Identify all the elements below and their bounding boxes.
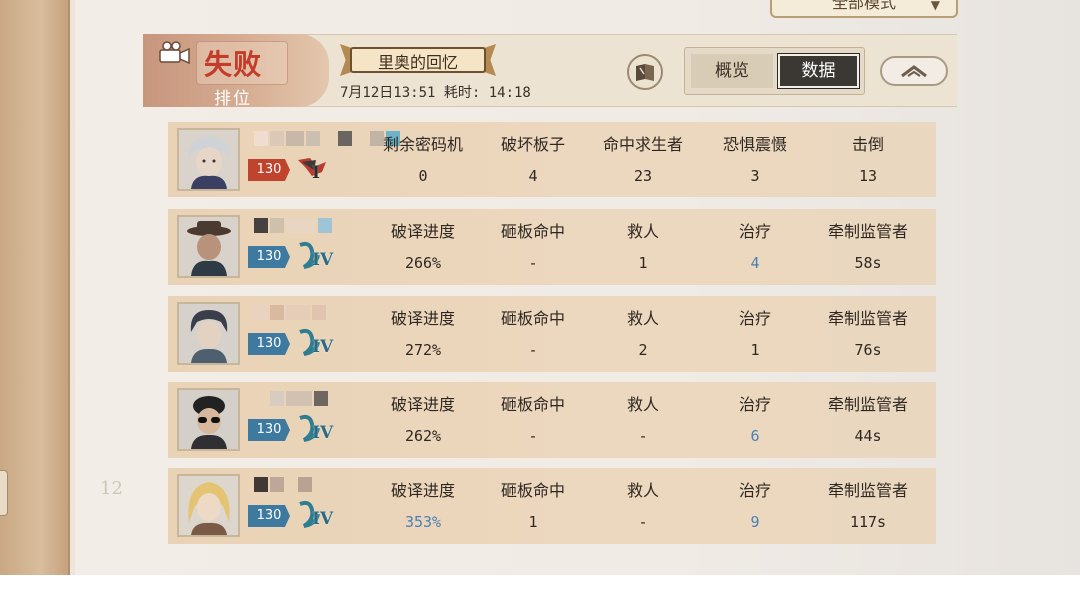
stat-kite-time: 牵制监管者 44s	[827, 395, 908, 445]
tab-overview[interactable]: 概览	[691, 54, 773, 88]
stat-pallet-hits: 砸板命中 -	[500, 309, 565, 359]
level-badge: 130	[248, 333, 290, 355]
survivor-rank-icon: IV	[296, 241, 336, 271]
collapse-button[interactable]	[880, 56, 948, 86]
stat-rescues: 救人 1	[626, 222, 659, 272]
level-badge: 130	[248, 159, 290, 181]
stat-survivor-hits: 命中求生者 23	[602, 135, 683, 185]
level-badge: 130	[248, 419, 290, 441]
hunter-row[interactable]: 130 I 剩余密码机 0 破坏板子 4 命中求生者 23 恐惧震慑 3 击倒 13	[168, 122, 936, 197]
level-badge: 130	[248, 505, 290, 527]
stat-kite-time: 牵制监管者 117s	[827, 481, 908, 531]
stat-pallets-destroyed: 破坏板子 4	[500, 135, 565, 185]
book-icon[interactable]	[627, 54, 663, 90]
tab-data[interactable]: 数据	[777, 53, 860, 89]
stat-decode-progress: 破译进度 272%	[390, 309, 455, 359]
stat-kite-time: 牵制监管者 58s	[827, 222, 908, 272]
stat-decode-progress: 破译进度 262%	[390, 395, 455, 445]
mode-filter-label: 全部模式	[831, 0, 896, 12]
level-badge: 130	[248, 246, 290, 268]
survivor-row[interactable]: 130 IV 破译进度 266% 砸板命中 - 救人 1 治疗 4 牵制监管者 58s	[168, 209, 936, 285]
hunter-portrait	[177, 128, 240, 191]
mode-filter-dropdown[interactable]: 全部模式 ▼	[770, 0, 958, 18]
match-record-screen: 12 全部模式 ▼ 失败 排位 里奥的回忆 7月12日13:51 耗时: 14:…	[0, 0, 1080, 575]
survivor-portrait	[177, 474, 240, 537]
survivor-rank-icon: IV	[296, 328, 336, 358]
match-mode-label: 排位	[214, 89, 252, 109]
player-name-blurred	[254, 218, 332, 233]
stat-rescues: 救人 -	[626, 481, 659, 531]
player-name-blurred	[254, 477, 312, 492]
stat-knockdowns: 击倒 13	[851, 135, 884, 185]
survivor-row[interactable]: 130 IV 破译进度 262% 砸板命中 - 救人 - 治疗 6 牵制监管者 44s	[168, 382, 936, 458]
map-name: 里奥的回忆	[377, 53, 458, 72]
stat-remaining-ciphers: 剩余密码机 0	[382, 135, 463, 185]
stat-heals: 治疗 9	[738, 481, 771, 531]
stat-pallet-hits: 砸板命中 -	[500, 222, 565, 272]
player-name-blurred	[254, 305, 326, 320]
stat-pallet-hits: 砸板命中 1	[500, 481, 565, 531]
survivor-row[interactable]: 130 IV 破译进度 272% 砸板命中 - 救人 2 治疗 1 牵制监管者 76s	[168, 296, 936, 372]
stat-decode-progress: 破译进度 266%	[390, 222, 455, 272]
survivor-portrait	[177, 302, 240, 365]
survivor-row[interactable]: 130 IV 破译进度 353% 砸板命中 1 救人 - 治疗 9 牵制监管者 117s	[168, 468, 936, 544]
survivor-portrait	[177, 215, 240, 278]
page-number-mark: 12	[100, 478, 123, 499]
match-result: 失败	[203, 48, 262, 81]
player-name-blurred	[254, 391, 328, 406]
chevron-down-icon: ▼	[930, 0, 940, 12]
survivor-portrait	[177, 388, 240, 451]
stat-heals: 治疗 6	[738, 395, 771, 445]
stat-terror-shocks: 恐惧震慑 3	[722, 135, 787, 185]
stat-decode-progress: 破译进度 353%	[390, 481, 455, 531]
stat-kite-time: 牵制监管者 76s	[827, 309, 908, 359]
survivor-rank-icon: IV	[296, 414, 336, 444]
book-spine	[0, 0, 70, 575]
stat-pallet-hits: 砸板命中 -	[500, 395, 565, 445]
stat-rescues: 救人 -	[626, 395, 659, 445]
survivor-rank-icon: IV	[296, 500, 336, 530]
camera-icon	[159, 41, 190, 65]
hunter-rank-icon: I	[296, 154, 336, 184]
stat-heals: 治疗 4	[738, 222, 771, 272]
side-page-tab[interactable]	[0, 470, 8, 516]
match-time: 7月12日13:51 耗时: 14:18	[340, 85, 531, 101]
stat-rescues: 救人 2	[626, 309, 659, 359]
chevron-up-icon	[901, 65, 927, 78]
stat-heals: 治疗 1	[738, 309, 771, 359]
